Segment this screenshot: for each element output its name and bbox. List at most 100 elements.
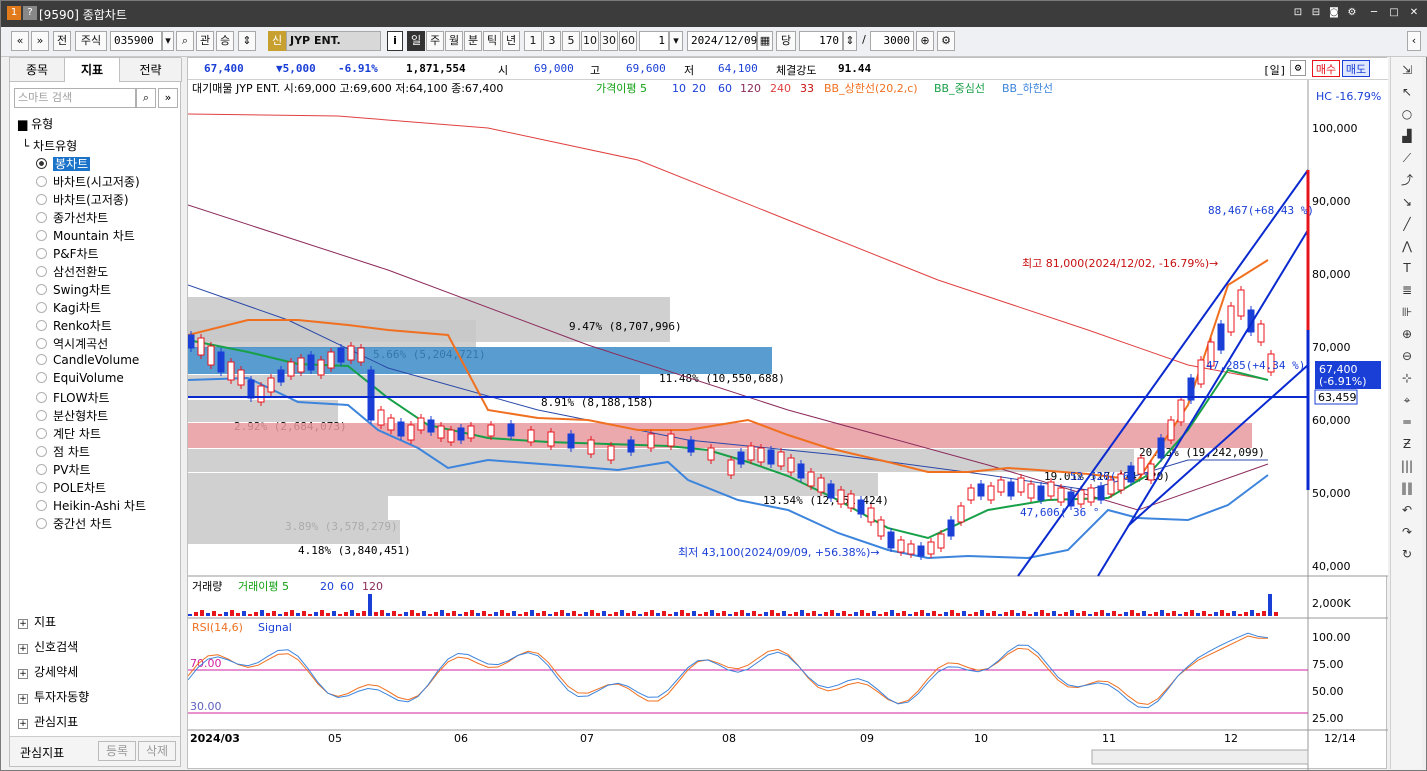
interval-input[interactable]: 1 xyxy=(639,31,669,51)
chart-type-item[interactable]: 계단 차트 xyxy=(36,425,101,442)
chart-type-item[interactable]: 점 차트 xyxy=(36,443,90,460)
buy-button[interactable]: 매수 xyxy=(1312,60,1340,77)
period-tick-tab[interactable]: 틱 xyxy=(483,31,501,51)
chart-type-item[interactable]: 삼선전환도 xyxy=(36,263,108,280)
circle-icon[interactable]: ○ xyxy=(1397,105,1417,123)
period-week-tab[interactable]: 주 xyxy=(426,31,444,51)
diagonal-icon[interactable]: ╱ xyxy=(1397,215,1417,233)
prev-button[interactable]: « xyxy=(11,31,29,51)
chart-area[interactable]: 67,400 ▼5,000 -6.91% 1,871,554 시 69,000 … xyxy=(187,57,1388,770)
arrow-icon[interactable]: ↖ xyxy=(1397,83,1417,101)
expand-icon[interactable]: ‹ xyxy=(1407,31,1421,51)
collapse-icon[interactable]: » xyxy=(158,88,178,108)
copy-icon[interactable]: ⊟ xyxy=(1309,6,1323,20)
calendar-icon[interactable]: ▦ xyxy=(757,31,773,51)
chart-type-item[interactable]: Renko차트 xyxy=(36,317,112,334)
chart-type-item[interactable]: 중간선 차트 xyxy=(36,515,112,532)
chart-type-item[interactable]: EquiVolume xyxy=(36,371,124,385)
interval-30[interactable]: 30 xyxy=(600,31,618,51)
close-icon[interactable]: ✕ xyxy=(1407,6,1421,20)
settings-icon[interactable]: ⚙ xyxy=(1345,6,1359,20)
period-minute-tab[interactable]: 분 xyxy=(464,31,482,51)
chart-type-item[interactable]: Mountain 차트 xyxy=(36,227,135,244)
period-day-tab[interactable]: 일 xyxy=(407,31,425,51)
chart-type-item[interactable]: 종가선차트 xyxy=(36,209,108,226)
spin-icon[interactable]: ⇕ xyxy=(238,31,256,51)
chart-type-item[interactable]: P&F차트 xyxy=(36,245,99,262)
market-select[interactable]: 주식 xyxy=(75,31,107,51)
next-button[interactable]: » xyxy=(31,31,49,51)
current-button[interactable]: 당 xyxy=(776,31,796,51)
period-year-tab[interactable]: 년 xyxy=(502,31,520,51)
chart-type-item[interactable]: 역시계곡선 xyxy=(36,335,108,352)
fib-icon[interactable]: ≣ xyxy=(1397,281,1417,299)
pin-icon[interactable]: ⇲ xyxy=(1397,61,1417,79)
register-button[interactable]: 등록 xyxy=(98,741,136,761)
chart-type-item[interactable]: 분산형차트 xyxy=(36,407,108,424)
interval-10[interactable]: 10 xyxy=(581,31,599,51)
chart-type-item[interactable]: Heikin-Ashi 차트 xyxy=(36,497,146,514)
price-chart-svg[interactable]: 9.47% (8,707,996)5.66% (5,204,721)11.48%… xyxy=(188,80,1388,770)
chart-type-item[interactable]: CandleVolume xyxy=(36,353,139,367)
group-type[interactable]: ▆ 유형 xyxy=(18,115,53,132)
chart-type-item[interactable]: Swing차트 xyxy=(36,281,111,298)
grid-icon[interactable]: ||| xyxy=(1397,457,1417,475)
bars-spin-icon[interactable]: ⇕ xyxy=(843,31,857,51)
gear-icon[interactable]: ⚙ xyxy=(937,31,955,51)
chart-type-item[interactable]: POLE차트 xyxy=(36,479,106,496)
bars-input[interactable]: 170 xyxy=(799,31,843,51)
search-icon[interactable]: ⌕ xyxy=(176,31,194,51)
maximize-icon[interactable]: □ xyxy=(1387,6,1401,20)
minimize-icon[interactable]: ─ xyxy=(1367,6,1381,20)
chart-type-item[interactable]: PV차트 xyxy=(36,461,91,478)
zoom-in-icon[interactable]: ⊕ xyxy=(1397,325,1417,343)
redo-icon[interactable]: ↷ xyxy=(1397,523,1417,541)
camera-icon[interactable]: ◙ xyxy=(1327,6,1341,20)
interval-1[interactable]: 1 xyxy=(524,31,542,51)
all-button[interactable]: 전 xyxy=(53,31,71,51)
interval-60[interactable]: 60 xyxy=(619,31,637,51)
total-input[interactable]: 3000 xyxy=(870,31,914,51)
period-month-tab[interactable]: 월 xyxy=(445,31,463,51)
chart-icon[interactable]: ▟ xyxy=(1397,127,1417,145)
bars-icon[interactable]: ‖‖ xyxy=(1397,479,1417,497)
group-indicator[interactable]: + 지표 xyxy=(18,613,56,630)
chart-type-item[interactable]: FLOW차트 xyxy=(36,389,110,406)
help-icon[interactable]: ? xyxy=(23,6,37,20)
rank-button[interactable]: 승 xyxy=(216,31,234,51)
chart-type-item[interactable]: Kagi차트 xyxy=(36,299,101,316)
line-tool-icon[interactable]: ⟋ xyxy=(1397,149,1417,167)
interval-dropdown-icon[interactable]: ▾ xyxy=(669,31,683,51)
auto-icon[interactable]: ⋀ xyxy=(1397,237,1417,255)
group-signal[interactable]: + 신호검색 xyxy=(18,638,78,655)
interval-5[interactable]: 5 xyxy=(562,31,580,51)
link-icon[interactable]: ⊡ xyxy=(1291,6,1305,20)
group-investor[interactable]: + 투자자동향 xyxy=(18,688,89,705)
smart-search-input[interactable]: 스마트 검색 xyxy=(14,88,136,108)
chart-type-item[interactable]: 바차트(고저종) xyxy=(36,191,129,208)
cross-icon[interactable]: ⊹ xyxy=(1397,369,1417,387)
undo-icon[interactable]: ↶ xyxy=(1397,501,1417,519)
delete-button[interactable]: 삭제 xyxy=(138,741,176,761)
zoom-out-icon[interactable]: ⊖ xyxy=(1397,347,1417,365)
refresh-icon[interactable]: ↻ xyxy=(1397,545,1417,563)
tab-indicator[interactable]: 지표 xyxy=(65,58,120,82)
search-icon[interactable]: ⌕ xyxy=(136,88,156,108)
zigzag-icon[interactable]: Ƶ xyxy=(1397,435,1417,453)
ray-icon[interactable]: ↘ xyxy=(1397,193,1417,211)
subgroup-chart-type[interactable]: └ 차트유형 xyxy=(22,137,77,154)
candle-icon[interactable]: ⊪ xyxy=(1397,303,1417,321)
tab-stock[interactable]: 종목 xyxy=(10,58,65,82)
interest-button[interactable]: 관 xyxy=(196,31,214,51)
interval-3[interactable]: 3 xyxy=(543,31,561,51)
text-icon[interactable]: T xyxy=(1397,259,1417,277)
chart-type-item[interactable]: 바차트(시고저종) xyxy=(36,173,140,190)
group-favorite[interactable]: + 관심지표 xyxy=(18,713,78,730)
code-dropdown-icon[interactable]: ▾ xyxy=(162,31,174,51)
magnet-icon[interactable]: ⌖ xyxy=(1397,391,1417,409)
chart-type-item[interactable]: 봉차트 xyxy=(36,155,91,172)
sell-button[interactable]: 매도 xyxy=(1342,60,1370,77)
date-input[interactable]: 2024/12/09 xyxy=(687,31,757,51)
info-button[interactable]: i xyxy=(387,31,403,51)
zoom-icon[interactable]: ⊕ xyxy=(916,31,934,51)
